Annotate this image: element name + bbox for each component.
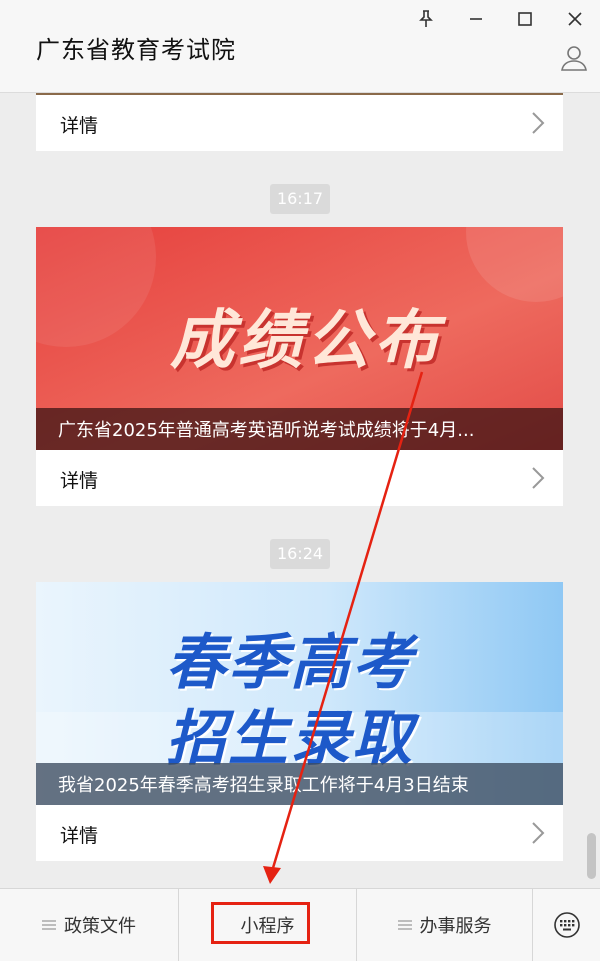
banner-headline: 成绩公布 bbox=[170, 304, 442, 378]
message-feed: 详情 16:17 成绩公布 广东省2025年普通高考英语听说考试成绩将于4月..… bbox=[0, 93, 600, 888]
menu-lines-icon bbox=[397, 920, 412, 930]
maximize-icon[interactable] bbox=[509, 6, 541, 32]
menu-lines-icon bbox=[42, 920, 56, 930]
detail-label: 详情 bbox=[60, 470, 99, 492]
article-caption: 广东省2025年普通高考英语听说考试成绩将于4月... bbox=[36, 408, 563, 453]
chevron-right-icon bbox=[532, 467, 545, 489]
article-card: 春季高考 招生录取 我省2025年春季高考招生录取工作将于4月3日结束 详情 bbox=[36, 582, 563, 861]
account-title: 广东省教育考试院 bbox=[36, 36, 236, 64]
pin-icon[interactable] bbox=[410, 6, 442, 32]
chevron-right-icon bbox=[532, 822, 545, 844]
banner-headline-line1: 春季高考 bbox=[166, 628, 414, 698]
annotation-highlight-box bbox=[211, 902, 310, 944]
timestamp: 16:24 bbox=[270, 539, 330, 569]
bottom-menu-bar: 政策文件 小程序 办事服务 bbox=[0, 888, 600, 961]
detail-link[interactable]: 详情 bbox=[36, 95, 563, 151]
timestamp: 16:17 bbox=[270, 184, 330, 214]
wechat-official-account-window: 广东省教育考试院 详情 16:17 成绩公布 广东省2025年普通高考英语听说考… bbox=[0, 0, 600, 961]
chevron-right-icon bbox=[532, 112, 545, 134]
article-card: 详情 bbox=[36, 93, 563, 151]
keyboard-toggle-button[interactable] bbox=[533, 889, 600, 961]
detail-link[interactable]: 详情 bbox=[36, 805, 563, 861]
profile-icon[interactable] bbox=[558, 42, 590, 74]
minimize-icon[interactable] bbox=[460, 6, 492, 32]
article-banner-scores[interactable]: 成绩公布 广东省2025年普通高考英语听说考试成绩将于4月... bbox=[36, 227, 563, 453]
title-bar: 广东省教育考试院 bbox=[0, 0, 600, 93]
article-banner-spring-exam[interactable]: 春季高考 招生录取 我省2025年春季高考招生录取工作将于4月3日结束 bbox=[36, 582, 563, 808]
menu-label: 办事服务 bbox=[419, 916, 492, 937]
feed-scrollbar[interactable] bbox=[587, 833, 596, 879]
keyboard-icon bbox=[553, 912, 580, 938]
detail-link[interactable]: 详情 bbox=[36, 450, 563, 506]
detail-label: 详情 bbox=[60, 825, 99, 847]
menu-policy-documents[interactable]: 政策文件 bbox=[0, 889, 178, 961]
detail-label: 详情 bbox=[60, 115, 99, 137]
menu-services[interactable]: 办事服务 bbox=[357, 889, 532, 961]
article-caption: 我省2025年春季高考招生录取工作将于4月3日结束 bbox=[36, 763, 563, 808]
menu-label: 政策文件 bbox=[64, 916, 136, 937]
article-card: 成绩公布 广东省2025年普通高考英语听说考试成绩将于4月... 详情 bbox=[36, 227, 563, 506]
close-icon[interactable] bbox=[559, 6, 591, 32]
